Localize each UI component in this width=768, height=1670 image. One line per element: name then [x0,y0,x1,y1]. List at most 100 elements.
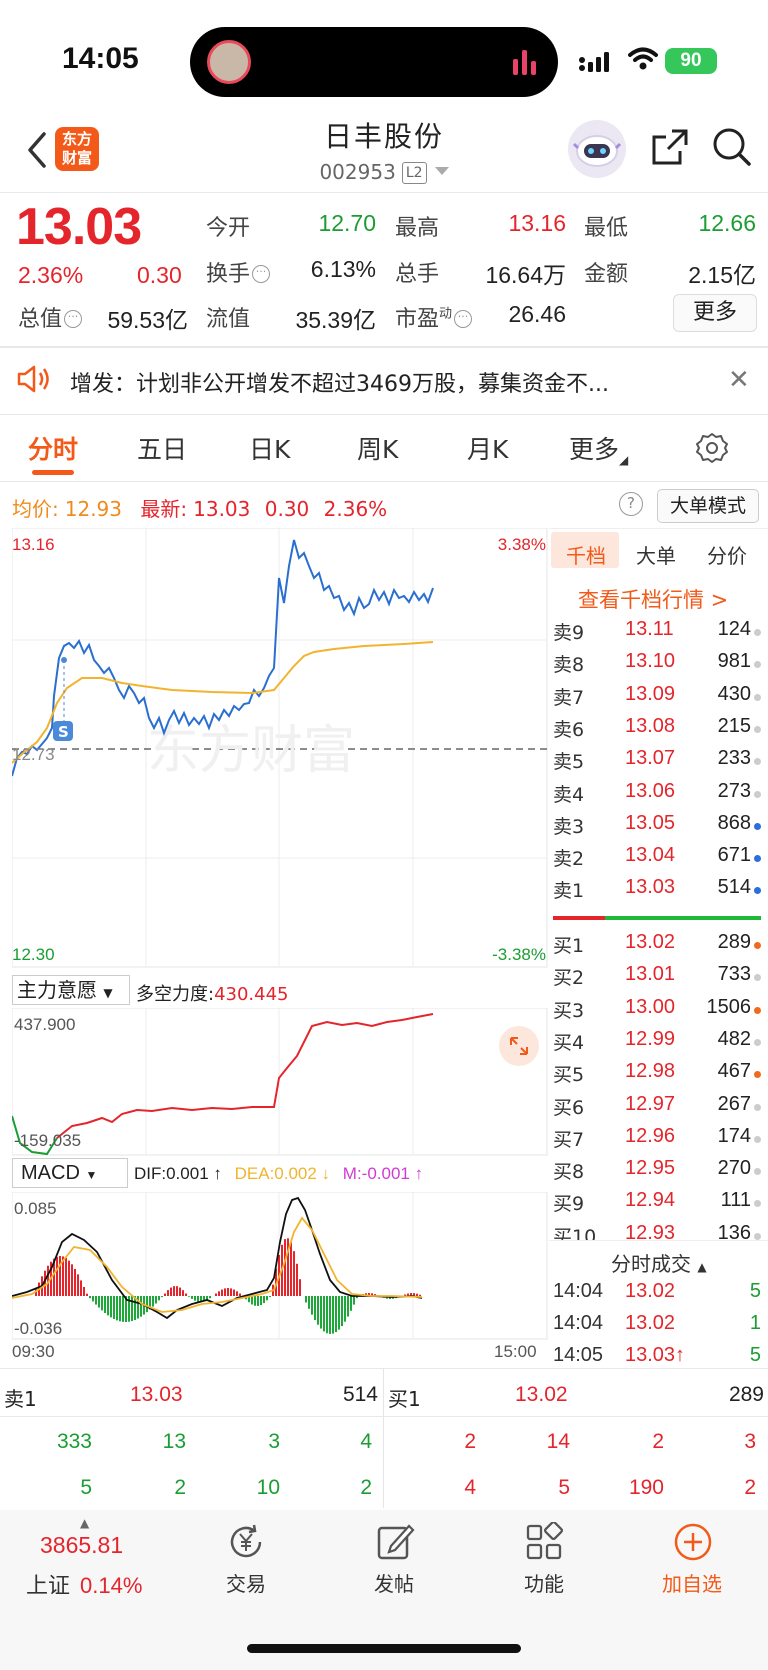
bid-row[interactable]: 买8 12.95 270 [553,1157,761,1189]
bid-row[interactable]: 买6 12.97 267 [553,1093,761,1125]
trade-icon[interactable] [226,1522,266,1562]
settings-icon[interactable] [695,431,729,465]
info-icon[interactable]: ··· [252,265,271,283]
ask-level-label: 卖9 [553,622,585,644]
tab-daily-k[interactable]: 日K [249,430,290,466]
macd-bar [86,1293,88,1296]
macd-selector[interactable]: MACD ▼ [12,1158,128,1188]
ai-assistant-icon[interactable] [568,120,626,178]
pe-label: 市盈动 ··· [395,301,473,333]
divider [549,1240,768,1241]
nav-post[interactable]: 发帖 [344,1568,444,1597]
macd-bar [305,1296,307,1303]
notice-text[interactable]: 增发：计划非公开增发不超过3469万股，募集资金不... [70,366,690,398]
ask-row[interactable]: 卖6 13.08 215 [553,715,761,747]
nav-trade[interactable]: 交易 [196,1568,296,1597]
ask-queue-item: 2 [360,1476,372,1499]
macd-bar [341,1296,343,1327]
change-percent: 2.36% [18,262,84,288]
close-icon[interactable]: ✕ [728,365,750,395]
search-icon[interactable] [712,127,752,167]
macd-chart[interactable]: 0.085 -0.036 [12,1192,548,1340]
tab-active-indicator [32,470,74,475]
order-dot [754,693,761,701]
ask-row[interactable]: 卖4 13.06 273 [553,780,761,812]
help-icon[interactable]: ? [619,492,643,516]
bid-price: 12.97 [625,1092,676,1115]
ask-row[interactable]: 卖3 13.05 868 [553,812,761,844]
time-start: 09:30 [12,1342,55,1361]
nav-add-watchlist[interactable]: 加自选 [642,1568,742,1597]
speaker-icon [17,365,49,393]
tab-monthly-k[interactable]: 月K [467,430,508,466]
macd-bar [158,1296,160,1301]
tab-more[interactable]: 更多◢ [569,430,628,467]
index-value[interactable]: 3865.81 [40,1532,123,1559]
l1-bid-volume: 289 [728,1383,764,1406]
macd-bar [332,1296,334,1334]
index-ticker[interactable]: 上证 0.14% [26,1568,142,1600]
share-icon[interactable] [650,127,690,167]
ask-level-label: 卖2 [553,848,585,871]
bid-level-label: 买9 [553,1193,585,1216]
tab-big-orders[interactable]: 大单 [636,540,676,569]
macd-bar [167,1290,169,1296]
ask-row[interactable]: 卖2 13.04 671 [553,844,761,876]
bid-volume: 289 [717,931,751,953]
ask-row[interactable]: 卖7 13.09 430 [553,683,761,715]
macd-bar [101,1296,103,1311]
macd-bar [350,1296,352,1311]
price-chart[interactable]: 东方财富 S 13.16 3.38% 12.73 12.30 -3.38% [12,528,548,968]
ask-level-label: 卖8 [553,654,585,677]
tab-levels[interactable]: 千档 [566,540,606,569]
chart-mid-price: 12.73 [12,745,55,764]
turnover-value: 6.13% [310,256,376,282]
bid-row[interactable]: 买2 13.01 733 [553,963,761,995]
bid-row[interactable]: 买5 12.98 467 [553,1060,761,1092]
macd-bar [260,1296,262,1306]
macd-bar [98,1296,100,1308]
amount-value: 2.15亿 [688,262,756,288]
bid-row[interactable]: 买1 13.02 289 [553,931,761,963]
info-icon[interactable]: ··· [454,310,473,328]
big-order-mode-button[interactable]: 大单模式 [657,489,759,523]
post-icon[interactable] [375,1522,415,1562]
mktcap-value: 59.53亿 [107,307,188,333]
ask-row[interactable]: 卖5 13.07 233 [553,747,761,779]
tab-weekly-k[interactable]: 周K [357,430,398,466]
ask-queue-item: 4 [360,1430,372,1453]
ticks-title[interactable]: 分时成交 ▲ [611,1248,707,1277]
ask-row[interactable]: 卖9 13.11 124 [553,618,761,650]
macd-bar [185,1293,187,1296]
bid-row[interactable]: 买3 13.00 1506 [553,996,761,1028]
view-levels-link[interactable]: 查看千档行情 > [578,584,728,614]
divider [383,1368,384,1508]
bid-row[interactable]: 买4 12.99 482 [553,1028,761,1060]
ask-price: 13.03 [625,876,676,899]
order-dot [754,974,761,982]
add-watchlist-icon[interactable] [673,1522,713,1562]
dynamic-island [190,27,558,97]
expand-icon[interactable] [499,1026,539,1066]
ask-queue-item: 333 [56,1430,92,1453]
bid-row[interactable]: 买7 12.96 174 [553,1125,761,1157]
main-force-chart[interactable]: 437.900 -159.035 [12,1008,548,1156]
tab-5day[interactable]: 五日 [137,430,187,466]
more-button[interactable]: 更多 [673,294,757,332]
info-icon[interactable]: ··· [64,310,83,328]
indicator-selector[interactable]: 主力意愿 ▼ [12,975,130,1005]
bid-level-label: 买1 [553,935,585,957]
bid-price: 12.98 [625,1060,676,1083]
macd-bar [68,1260,70,1296]
divider [0,481,768,482]
bid-row[interactable]: 买9 12.94 111 [553,1189,761,1221]
functions-icon[interactable] [524,1522,564,1562]
nav-functions[interactable]: 功能 [494,1568,594,1597]
tick-row: 14:05 13.03↑ 5 [553,1344,761,1376]
bid-queue-item: 4 [464,1476,476,1499]
ask-row[interactable]: 卖1 13.03 514 [553,876,761,908]
float-value: 35.39亿 [295,307,376,333]
ask-row[interactable]: 卖8 13.10 981 [553,650,761,682]
tab-price-distribution[interactable]: 分价 [707,540,747,569]
tab-intraday[interactable]: 分时 [28,430,78,466]
